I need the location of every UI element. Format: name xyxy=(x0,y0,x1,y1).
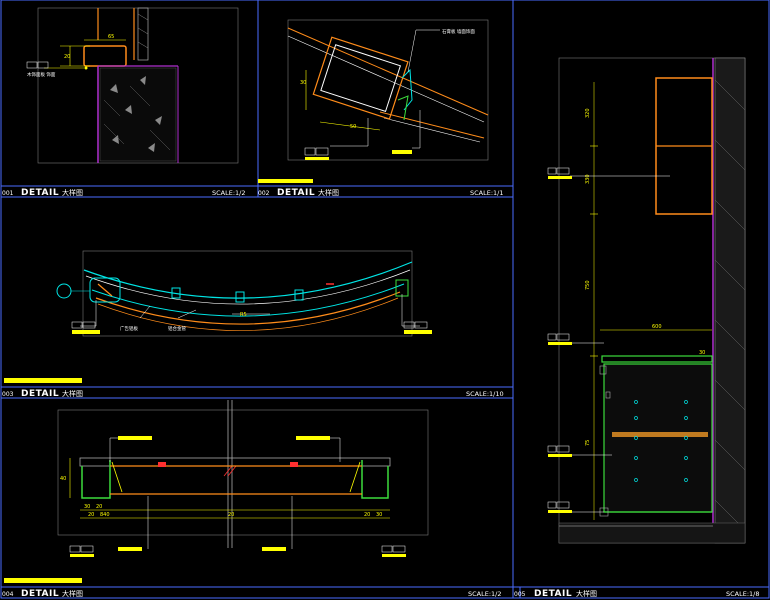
detail-004-dim-overall: 20 xyxy=(228,512,234,518)
detail-004-dim-height: 40 xyxy=(60,476,66,482)
panel-subtitle-003: 大样图 xyxy=(62,389,83,398)
detail-004-dim-e: 20 xyxy=(364,512,370,518)
panel-title-005: DETAIL xyxy=(534,589,572,599)
detail-001-drawing xyxy=(44,7,179,163)
detail-005-dim-4: 600 xyxy=(652,324,662,330)
detail-003-note-2: 铝合金管 xyxy=(168,325,186,332)
panel-scale-003: SCALE:1/10 xyxy=(466,390,504,398)
panel-title-004: DETAIL xyxy=(21,589,59,599)
panel-number-001: 001 xyxy=(2,190,14,197)
detail-004-dim-f: 30 xyxy=(376,512,382,518)
panel-subtitle-002: 大样图 xyxy=(318,188,339,197)
cad-detail-sheet: 65 20 木饰面板 饰面 30 50 石膏板 墙面饰面 R5 广告铝板 铝合金… xyxy=(0,0,770,599)
detail-004-dim-c: 20 xyxy=(88,512,94,518)
detail-004-dim-a: 30 xyxy=(84,504,90,510)
detail-001-dim-2: 20 xyxy=(64,54,70,60)
panel-scale-005: SCALE:1/8 xyxy=(726,590,760,598)
panel-number-003: 003 xyxy=(2,391,14,398)
panel-number-002: 002 xyxy=(258,190,270,197)
detail-003-dim-radius: R5 xyxy=(240,312,247,318)
detail-003-note-1: 广告铝板 xyxy=(120,325,138,332)
panel-subtitle-004: 大样图 xyxy=(62,589,83,598)
panel-subtitle-005: 大样图 xyxy=(576,589,597,598)
detail-004-dim-d: 840 xyxy=(100,512,110,518)
panel-scale-004: SCALE:1/2 xyxy=(468,590,502,598)
panel-title-001: DETAIL xyxy=(21,188,59,198)
detail-005-dim-2: 330 xyxy=(585,174,591,184)
detail-002-dim-1: 30 xyxy=(300,80,306,86)
detail-003-drawing xyxy=(4,261,432,383)
detail-002-dim-2: 50 xyxy=(350,124,356,130)
panel-scale-001: SCALE:1/2 xyxy=(212,189,246,197)
panel-title-003: DETAIL xyxy=(21,389,59,399)
panel-number-005: 005 xyxy=(514,591,526,598)
detail-002-note: 石膏板 墙面饰面 xyxy=(442,28,475,35)
detail-005-dim-3: 750 xyxy=(585,280,591,290)
detail-005-dim-6: 75 xyxy=(585,440,591,446)
detail-004-dim-b: 20 xyxy=(96,504,102,510)
panel-subtitle-001: 大样图 xyxy=(62,188,83,197)
detail-001-note: 木饰面板 饰面 xyxy=(27,71,56,78)
detail-001-dim-1: 65 xyxy=(108,34,114,40)
detail-005-dim-5: 30 xyxy=(699,350,705,356)
detail-005-dim-1: 320 xyxy=(585,108,591,118)
detail-004-drawing xyxy=(4,400,406,583)
panel-number-004: 004 xyxy=(2,591,14,598)
panel-title-002: DETAIL xyxy=(277,188,315,198)
panel-scale-002: SCALE:1/1 xyxy=(470,189,504,197)
detail-005-drawing xyxy=(547,57,746,544)
